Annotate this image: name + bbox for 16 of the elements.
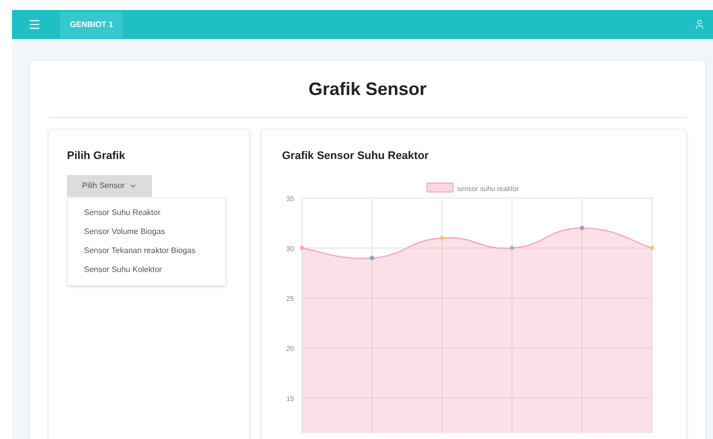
- dropdown-item[interactable]: Sensor Volume Biogas: [68, 222, 225, 242]
- dropdown-item[interactable]: Sensor Tekanan reaktor Biogas: [68, 242, 225, 260]
- dropdown-button[interactable]: Pilih Sensor: [67, 174, 152, 196]
- data-point: [370, 255, 374, 260]
- user-icon[interactable]: [694, 19, 705, 30]
- data-point: [580, 225, 584, 230]
- selector-title: Pilih Grafik: [67, 149, 126, 164]
- page-title: Grafik Sensor: [308, 78, 427, 100]
- chart-title: Grafik Sensor Suhu Reaktor: [282, 149, 430, 164]
- menu-icon[interactable]: [28, 18, 41, 31]
- data-point: [510, 245, 514, 250]
- dropdown-item[interactable]: Sensor Suhu Kolektor: [68, 260, 225, 280]
- data-point: [300, 245, 304, 250]
- data-point: [440, 235, 444, 240]
- dropdown-item[interactable]: Sensor Suhu Reaktor: [68, 204, 225, 222]
- data-point: [650, 245, 654, 250]
